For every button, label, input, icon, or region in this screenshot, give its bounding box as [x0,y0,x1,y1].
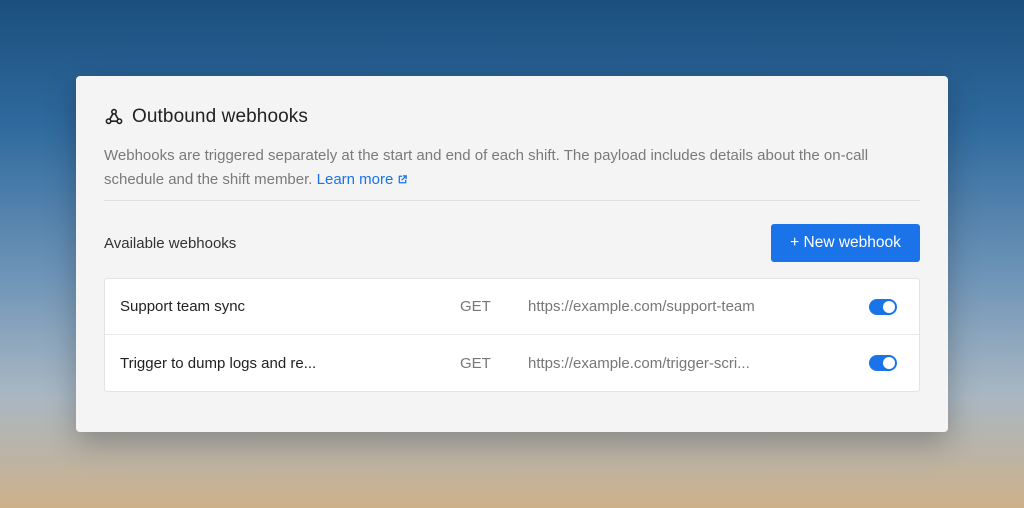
table-row[interactable]: Trigger to dump logs and re... GET https… [105,335,919,391]
external-link-icon [397,169,408,193]
toggle-knob [883,357,895,369]
toggle-cell [869,355,897,371]
panel-description: Webhooks are triggered separately at the… [104,144,924,193]
toggle-cell [869,298,897,315]
list-header: Available webhooks + New webhook [104,224,920,262]
panel-header: Outbound webhooks [104,106,920,128]
webhook-name: Trigger to dump logs and re... [120,354,317,372]
webhook-method: GET [460,354,491,372]
new-webhook-button[interactable]: + New webhook [771,224,920,262]
learn-more-link[interactable]: Learn more [317,171,409,188]
webhook-enabled-toggle[interactable] [869,355,897,371]
description-text: Webhooks are triggered separately at the… [104,147,869,188]
webhook-name: Support team sync [120,298,246,315]
toggle-knob [883,300,895,313]
section-divider [104,200,920,201]
webhook-url: https://example.com/trigger-scri... [528,354,750,372]
webhook-method: GET [460,298,491,315]
webhook-enabled-toggle[interactable] [869,298,897,315]
webhooks-table: Support team sync GET https://example.co… [104,278,920,392]
webhooks-panel: Outbound webhooks Webhooks are triggered… [76,76,948,432]
webhook-url: https://example.com/support-team [528,298,755,315]
table-row[interactable]: Support team sync GET https://example.co… [105,279,919,335]
available-webhooks-label: Available webhooks [104,234,237,252]
page-title: Outbound webhooks [132,106,308,127]
webhook-icon [104,107,124,127]
learn-more-label: Learn more [316,171,394,188]
